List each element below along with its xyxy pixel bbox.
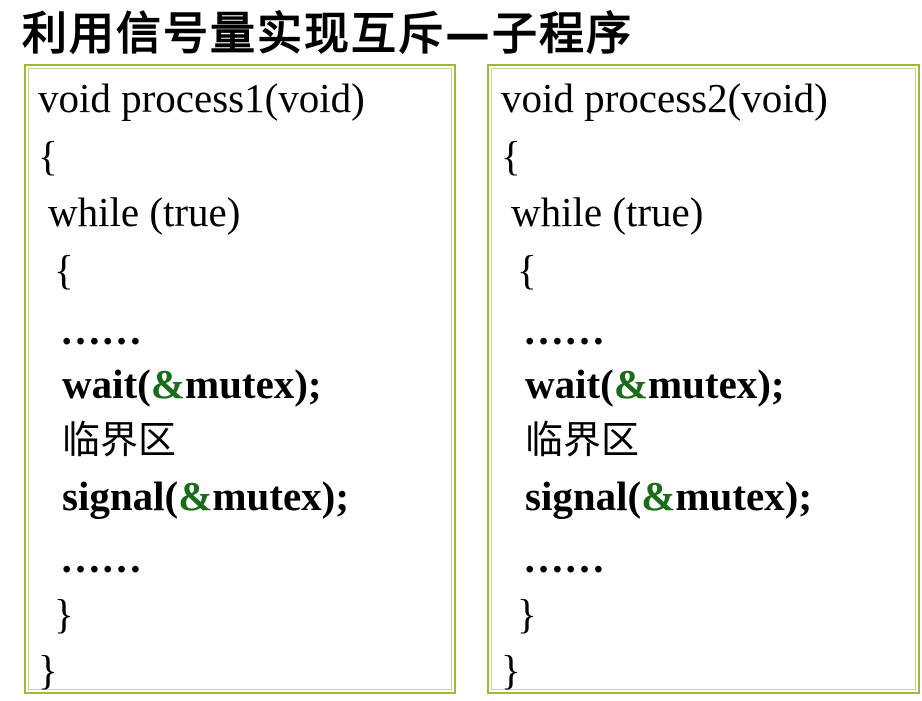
process2-code-box: void process2(void) { while (true) { …… … xyxy=(487,64,920,694)
signal-prefix: signal( xyxy=(62,473,179,519)
wait-suffix: mutex); xyxy=(184,361,322,407)
process1-open-brace: { xyxy=(38,133,58,179)
process1-while-line: while (true) xyxy=(48,189,241,235)
process1-ellipsis-after: …… xyxy=(60,535,142,581)
process2-critical-section: 临界区 xyxy=(525,418,640,462)
process1-code-box: void process1(void) { while (true) { …… … xyxy=(24,64,456,694)
slide-title: 利用信号量实现互斥—子程序 xyxy=(22,7,634,60)
wait-suffix: mutex); xyxy=(647,361,785,407)
process2-loop-close-brace: } xyxy=(517,591,537,637)
process1-ellipsis-before: …… xyxy=(60,307,142,353)
wait-prefix: wait( xyxy=(62,361,151,407)
wait-ampersand: & xyxy=(613,361,648,407)
process2-close-brace: } xyxy=(501,647,521,693)
process2-signature: void process2(void) xyxy=(501,75,828,121)
process2-loop-open-brace: { xyxy=(517,247,537,293)
signal-ampersand: & xyxy=(178,473,213,519)
process1-signal-call: signal(&mutex); xyxy=(62,468,349,524)
process2-ellipsis-after: …… xyxy=(523,535,605,581)
process2-open-brace: { xyxy=(501,133,521,179)
signal-suffix: mutex); xyxy=(675,473,812,519)
process1-loop-open-brace: { xyxy=(54,247,74,293)
process1-loop-close-brace: } xyxy=(54,591,74,637)
process2-ellipsis-before: …… xyxy=(523,307,605,353)
process1-wait-call: wait(&mutex); xyxy=(62,356,322,412)
process1-signature: void process1(void) xyxy=(38,75,365,121)
process1-critical-section: 临界区 xyxy=(62,418,177,462)
wait-prefix: wait( xyxy=(525,361,614,407)
signal-suffix: mutex); xyxy=(212,473,349,519)
wait-ampersand: & xyxy=(150,361,185,407)
signal-ampersand: & xyxy=(641,473,676,519)
process2-wait-call: wait(&mutex); xyxy=(525,356,785,412)
process2-signal-call: signal(&mutex); xyxy=(525,468,812,524)
signal-prefix: signal( xyxy=(525,473,642,519)
process2-while-line: while (true) xyxy=(511,189,704,235)
process1-close-brace: } xyxy=(38,647,58,693)
